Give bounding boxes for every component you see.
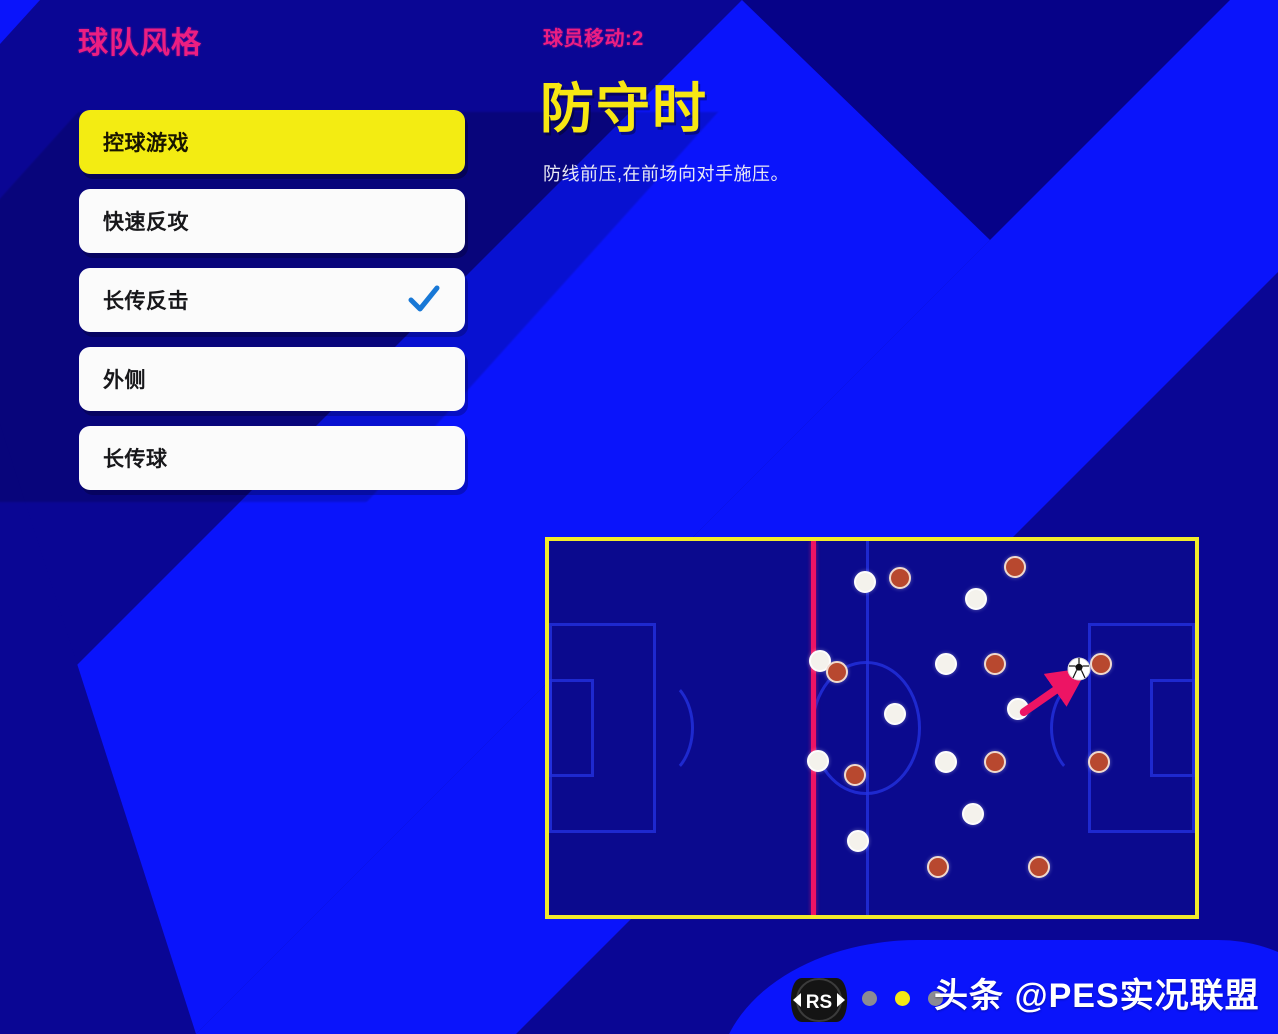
pitch-penalty-arc-left — [617, 675, 695, 781]
option-item[interactable]: 控球游戏 — [79, 110, 465, 174]
player-movement-label: 球员移动:2 — [543, 28, 644, 50]
player-dot-own — [961, 802, 984, 825]
player-dot-opponent — [888, 567, 911, 590]
screen-root: 球队风格 控球游戏快速反攻长传反击外侧长传球 球员移动:2 防守时 防线前压,在… — [0, 0, 1278, 1034]
player-dot-own — [965, 588, 987, 611]
player-dot-opponent — [844, 764, 867, 787]
player-dot-own — [935, 751, 958, 774]
option-label: 控球游戏 — [103, 132, 189, 155]
option-item[interactable]: 外侧 — [79, 347, 465, 411]
right-stick-icon[interactable]: RS — [783, 978, 855, 1022]
pitch-goal-area-left — [549, 679, 595, 777]
soccer-ball-icon — [1067, 657, 1091, 681]
player-dot-own — [884, 702, 907, 725]
pitch-goal-area-right — [1149, 679, 1195, 777]
player-dot-own — [853, 571, 876, 594]
option-item[interactable]: 长传球 — [79, 426, 465, 490]
player-dot-opponent — [1088, 751, 1111, 774]
watermark-text: 头条 @PES实况联盟 — [934, 977, 1260, 1015]
page-dot[interactable] — [862, 991, 877, 1006]
player-dot-opponent — [1027, 856, 1050, 879]
player-dot-own — [1006, 697, 1029, 720]
check-icon — [407, 283, 441, 317]
defensive-line-marker — [810, 541, 816, 915]
player-dot-opponent — [826, 661, 849, 684]
option-item[interactable]: 快速反攻 — [79, 189, 465, 253]
page-title: 球队风格 — [78, 27, 202, 60]
player-dot-opponent — [926, 856, 949, 879]
player-dot-own — [807, 750, 830, 773]
option-label: 长传反击 — [103, 290, 189, 313]
right-stick-label: RS — [806, 992, 832, 1013]
player-dot-own — [847, 829, 870, 852]
tactics-pitch-preview[interactable] — [545, 537, 1199, 919]
page-indicator-dots[interactable] — [862, 991, 943, 1006]
option-item[interactable]: 长传反击 — [79, 268, 465, 332]
player-dot-own — [935, 653, 958, 676]
option-label: 长传球 — [103, 448, 168, 471]
detail-description: 防线前压,在前场向对手施压。 — [543, 164, 789, 184]
option-label: 外侧 — [103, 369, 146, 392]
player-dot-opponent — [984, 751, 1007, 774]
option-label: 快速反攻 — [103, 211, 189, 234]
player-dot-opponent — [984, 653, 1007, 676]
team-style-option-list: 控球游戏快速反攻长传反击外侧长传球 — [79, 110, 465, 505]
page-dot[interactable] — [895, 991, 910, 1006]
detail-title: 防守时 — [540, 79, 708, 139]
player-dot-opponent — [1004, 555, 1027, 578]
player-dot-opponent — [1090, 653, 1113, 676]
